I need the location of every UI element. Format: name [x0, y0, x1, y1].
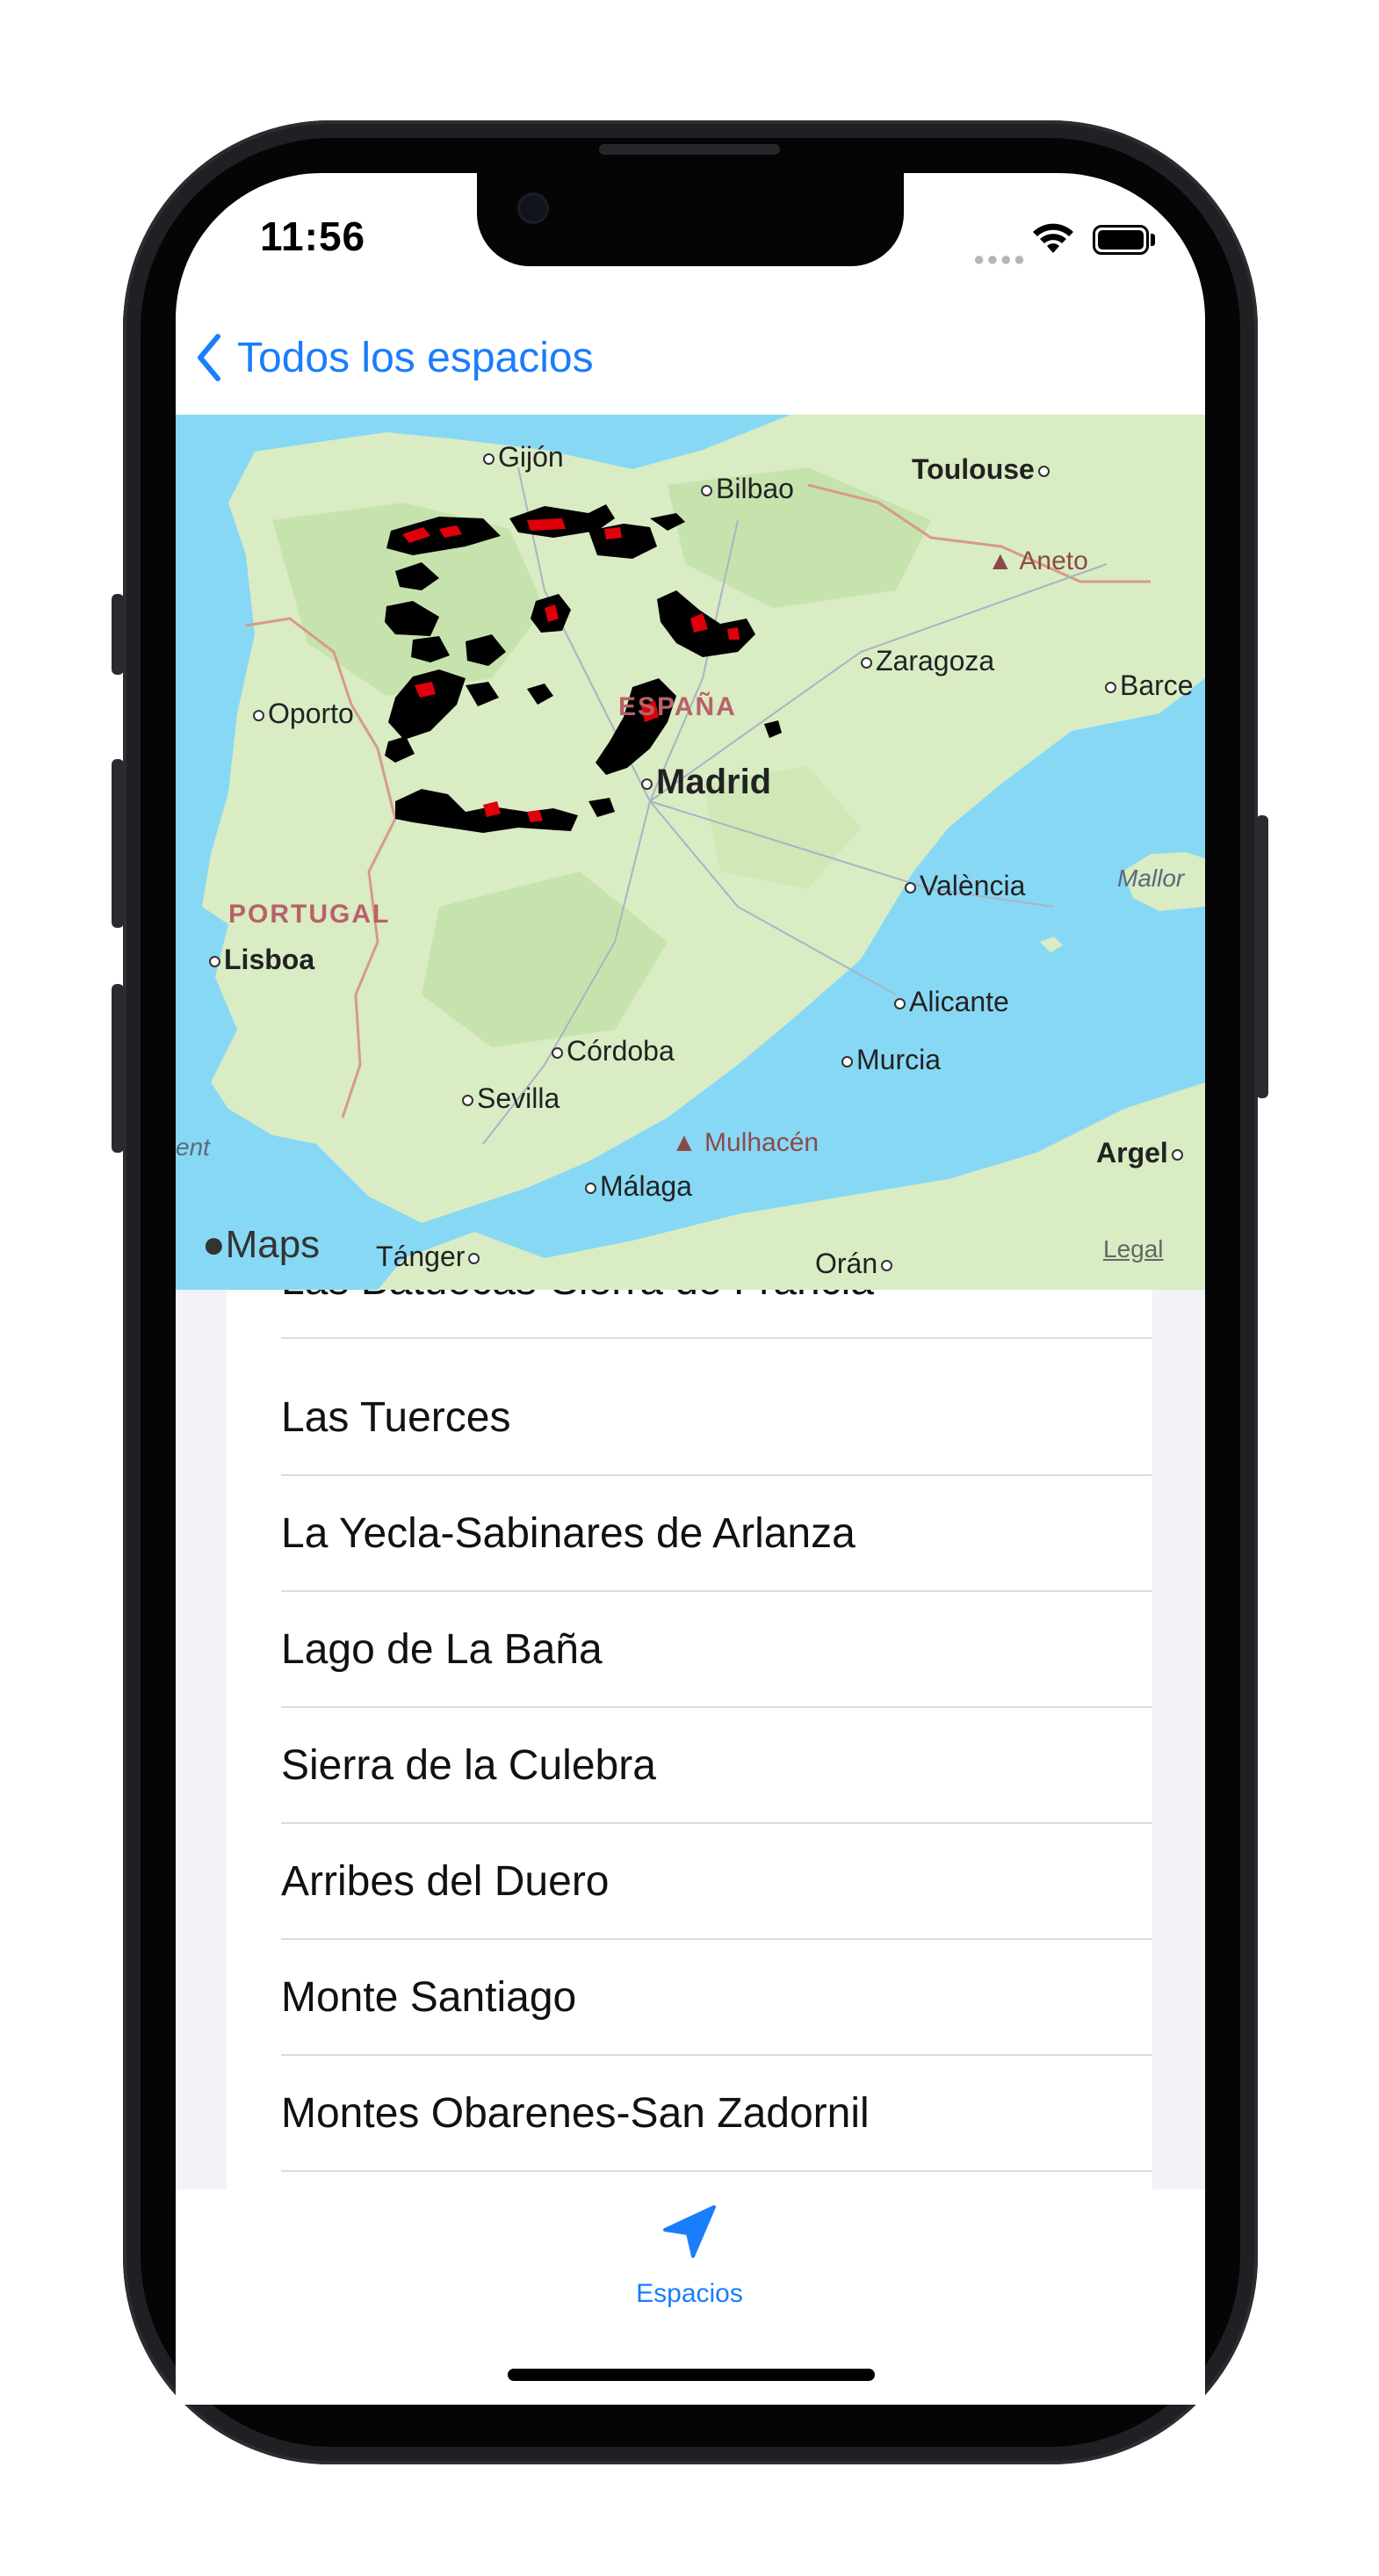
map-label-aneto: ▲ Aneto	[987, 546, 1088, 575]
list-item[interactable]: Arribes del Duero	[281, 1824, 1152, 1940]
front-camera	[520, 195, 546, 221]
map-label-malaga: Málaga	[585, 1170, 692, 1203]
status-time: 11:56	[260, 213, 366, 259]
battery-icon	[1093, 225, 1149, 255]
notch	[477, 173, 904, 266]
map-label-bilbao: Bilbao	[701, 473, 794, 505]
chevron-left-icon	[198, 334, 220, 381]
wifi-icon	[1033, 223, 1073, 253]
map-label-sevilla: Sevilla	[462, 1082, 560, 1115]
map-label-oporto: Oporto	[253, 698, 354, 730]
map-label-espana: ESPAÑA	[618, 692, 737, 721]
tab-label: Espacios	[636, 2279, 743, 2308]
map-label-barce: Barce	[1105, 669, 1194, 702]
mute-switch	[112, 594, 124, 675]
spaces-list[interactable]: Las Batuecas-Sierra de Francia Las Tuerc…	[227, 1290, 1152, 2189]
list-item[interactable]: La Yecla-Sabinares de Arlanza	[281, 1476, 1152, 1592]
map-label-ent: ent	[176, 1133, 210, 1161]
map-label-mallor: Mallor	[1117, 865, 1185, 892]
maps-attribution: ●Maps	[202, 1223, 321, 1266]
map-label-zaragoza: Zaragoza	[861, 645, 994, 677]
signal-dots-icon: ●●●●	[973, 248, 1028, 270]
earpiece-speaker	[599, 144, 780, 155]
volume-up-button	[112, 759, 124, 928]
map-label-cordoba: Córdoba	[552, 1035, 675, 1067]
map-label-oran: Orán	[815, 1248, 896, 1280]
back-label: Todos los espacios	[237, 334, 594, 381]
map-label-mulhacen: ▲ Mulhacén	[671, 1128, 819, 1157]
apple-logo-icon: ●	[202, 1223, 226, 1266]
map-label-portugal: PORTUGAL	[228, 900, 391, 929]
tab-espacios[interactable]: Espacios	[615, 2196, 764, 2319]
map-label-murcia: Murcia	[841, 1044, 941, 1076]
list-item[interactable]: Sierra de la Culebra	[281, 1708, 1152, 1824]
map-label-madrid: Madrid	[641, 763, 771, 802]
map-label-toulouse: Toulouse	[912, 453, 1053, 486]
back-button[interactable]: Todos los espacios	[195, 327, 594, 388]
map-label-alicante: Alicante	[894, 986, 1009, 1018]
location-arrow-icon	[663, 2205, 716, 2258]
list-item[interactable]: Las Batuecas-Sierra de Francia	[281, 1290, 1152, 1339]
list-item[interactable]: Montes Obarenes-San Zadornil	[281, 2056, 1152, 2172]
list-item[interactable]: Lago de La Baña	[281, 1592, 1152, 1708]
map-label-lisboa: Lisboa	[209, 944, 314, 976]
map-label-tanger: Tánger	[376, 1241, 483, 1273]
battery-tip	[1151, 234, 1155, 246]
volume-down-button	[112, 984, 124, 1153]
power-button	[1256, 815, 1268, 1098]
map-label-argel: Argel	[1096, 1137, 1187, 1169]
map-view[interactable]: Gijón Bilbao Toulouse ▲ Aneto Zaragoza O…	[176, 415, 1205, 1290]
list-item[interactable]: Monte Santiago	[281, 1940, 1152, 2056]
list-item[interactable]: Las Tuerces	[281, 1360, 1152, 1476]
map-label-valencia: València	[905, 870, 1025, 902]
home-indicator[interactable]	[508, 2369, 875, 2381]
legal-link[interactable]: Legal	[1103, 1235, 1164, 1263]
map-label-gijon: Gijón	[483, 441, 564, 474]
